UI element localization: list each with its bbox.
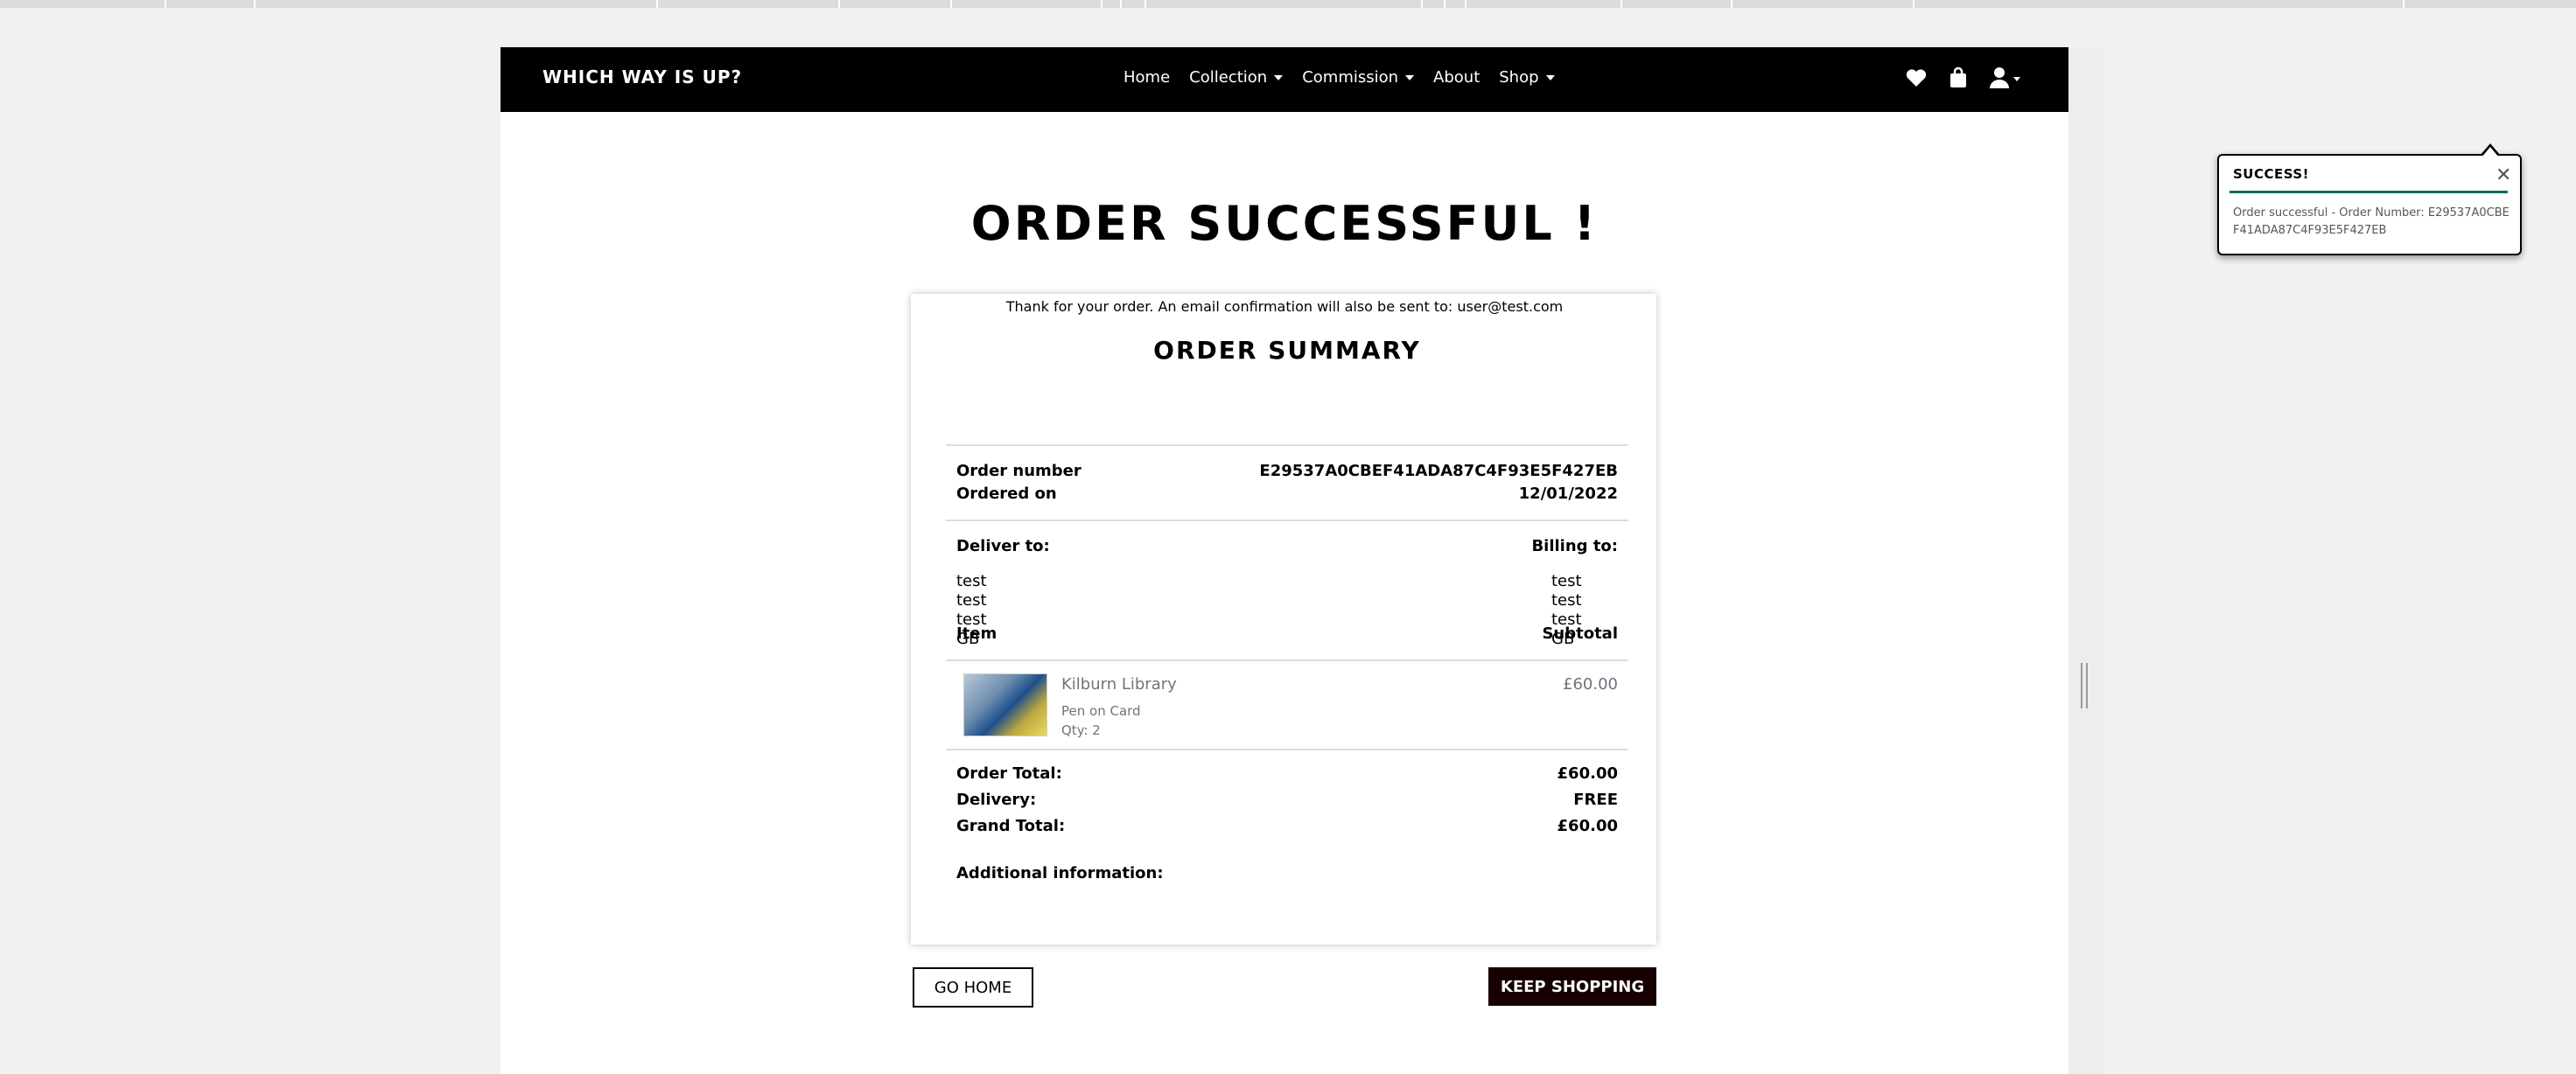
toast-divider xyxy=(2230,191,2508,193)
grand-total-value: £60.00 xyxy=(1557,817,1618,835)
items-header-row: Item Subtotal xyxy=(956,624,1618,643)
grand-total-label: Grand Total: xyxy=(956,817,1066,835)
toast-message: Order successful - Order Number: E29537A… xyxy=(2233,206,2510,237)
nav-commission[interactable]: Commission xyxy=(1302,68,1415,87)
nav-collection[interactable]: Collection xyxy=(1189,68,1284,87)
order-total-row: Order Total: £60.00 xyxy=(956,764,1618,783)
product-price: £60.00 xyxy=(1563,675,1618,694)
additional-info-label: Additional information: xyxy=(956,864,1164,882)
nav-icons xyxy=(1904,65,2023,91)
chevron-down-icon xyxy=(1274,75,1284,80)
nav-shop[interactable]: Shop xyxy=(1499,68,1555,87)
chevron-down-icon xyxy=(1405,75,1415,80)
shopping-bag-icon[interactable] xyxy=(1946,65,1970,91)
divider xyxy=(946,659,1628,661)
brand-logo[interactable]: WHICH WAY IS UP? xyxy=(542,66,742,87)
order-total-label: Order Total: xyxy=(956,764,1062,783)
user-icon[interactable] xyxy=(1988,65,2023,91)
toast-arrow-inner xyxy=(2482,147,2499,157)
top-ruler xyxy=(0,0,2576,8)
heart-icon[interactable] xyxy=(1904,65,1928,91)
nav-home[interactable]: Home xyxy=(1124,68,1170,87)
navbar: WHICH WAY IS UP? Home Collection Commiss… xyxy=(500,47,2068,112)
product-thumbnail[interactable] xyxy=(963,673,1047,736)
resize-handle[interactable] xyxy=(2081,663,2090,708)
chevron-down-icon xyxy=(1545,75,1555,80)
additional-info-row: Additional information: xyxy=(956,864,1618,882)
nav-about[interactable]: About xyxy=(1433,68,1480,87)
keep-shopping-button[interactable]: KEEP SHOPPING xyxy=(1488,967,1656,1006)
order-total-value: £60.00 xyxy=(1557,764,1618,783)
delivery-label: Delivery: xyxy=(956,791,1037,809)
product-name: Kilburn Library xyxy=(1061,675,1177,694)
page-gutter xyxy=(2068,47,2104,1074)
main-nav: Home Collection Commission About Shop xyxy=(1124,68,1574,87)
subtotal-column-label: Subtotal xyxy=(1542,624,1618,643)
toast-title: SUCCESS! xyxy=(2233,166,2310,182)
product-quantity: Qty: 2 xyxy=(1061,722,1101,738)
close-icon[interactable]: ✕ xyxy=(2496,166,2511,185)
delivery-value: FREE xyxy=(1573,791,1618,809)
success-toast: SUCCESS! ✕ Order successful - Order Numb… xyxy=(2217,143,2522,255)
go-home-button[interactable]: GO HOME xyxy=(913,967,1033,1008)
page-title: ORDER SUCCESSFUL ! xyxy=(970,196,1599,251)
item-column-label: Item xyxy=(956,624,998,643)
product-medium: Pen on Card xyxy=(1061,703,1141,719)
delivery-row: Delivery: FREE xyxy=(956,791,1618,809)
grand-total-row: Grand Total: £60.00 xyxy=(956,817,1618,835)
divider xyxy=(946,749,1628,750)
order-summary-details: Item Subtotal Kilburn Library Pen on Car… xyxy=(946,294,1628,906)
